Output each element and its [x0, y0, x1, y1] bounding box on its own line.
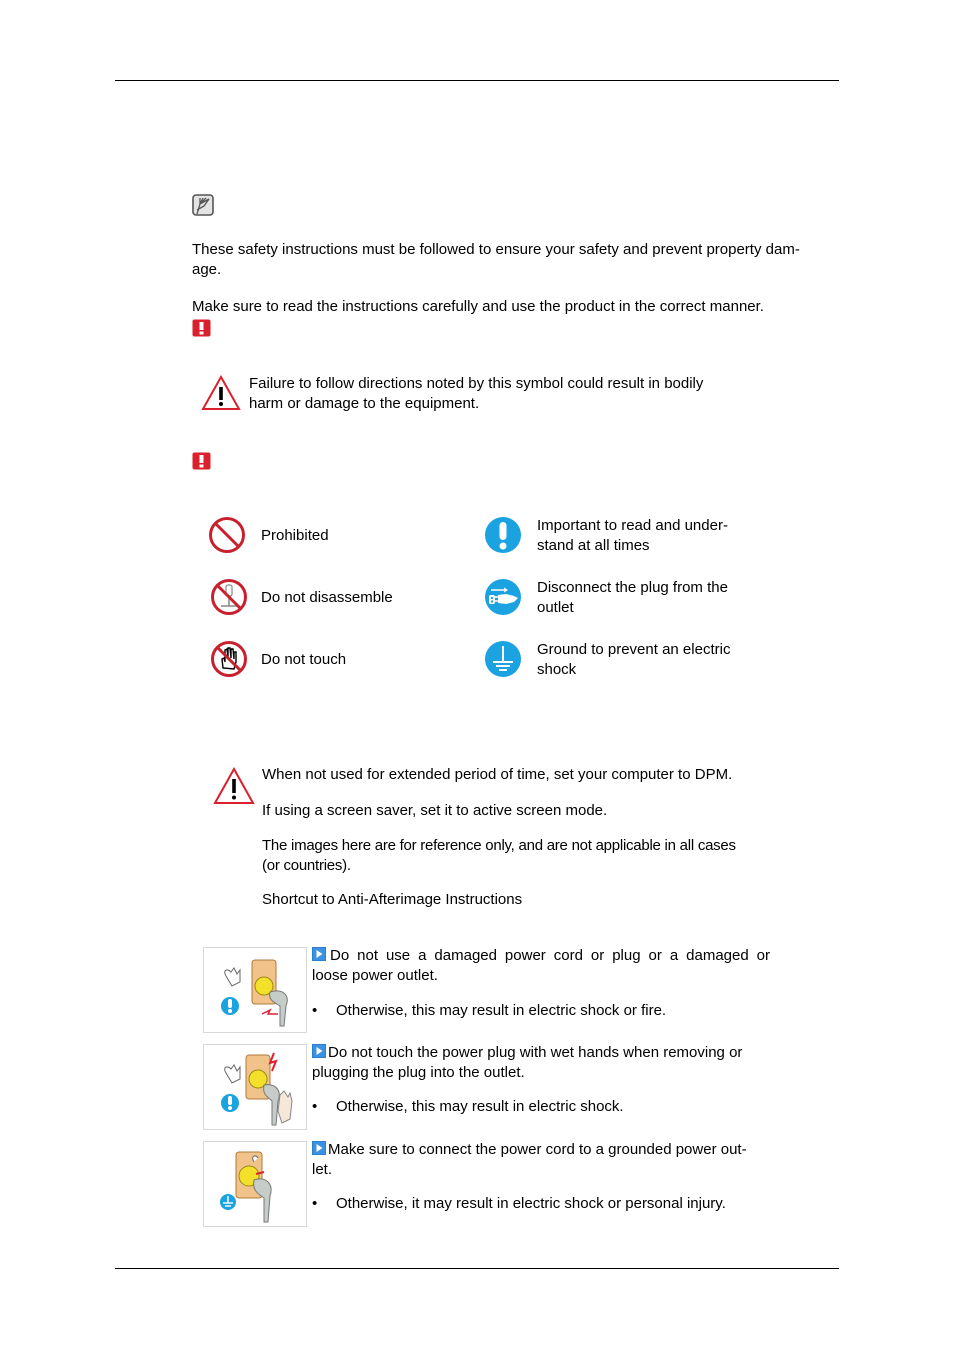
caution-line: Failure to follow directions noted by th…	[249, 375, 704, 392]
damaged-cord-illustration	[203, 947, 307, 1033]
label-line: Disconnect the plug from the	[537, 579, 728, 596]
anti-afterimage-link[interactable]: Shortcut to Anti-Afterimage Instructions	[262, 890, 522, 910]
item-bullet-grounded-outlet: • Otherwise, it may result in electric sh…	[312, 1194, 726, 1214]
label-line: Ground to prevent an electric	[537, 641, 731, 658]
play-bullet-icon	[312, 947, 326, 961]
caution-text: Failure to follow directions noted by th…	[249, 374, 703, 413]
ground-icon	[485, 641, 521, 677]
header-rule	[115, 80, 839, 81]
heading-line: Make sure to connect the power cord to a…	[328, 1141, 747, 1158]
do-not-touch-icon	[211, 641, 247, 677]
symbol-label-do-not-touch: Do not touch	[261, 651, 347, 668]
item-bullet-damaged-cord: • Otherwise, this may result in electric …	[312, 1001, 666, 1021]
intro-paragraph-1: These safety instructions must be follow…	[192, 240, 842, 279]
item-heading-damaged-cord: Do not use a damaged power cord or plug …	[312, 946, 770, 985]
warning-triangle-icon	[213, 767, 255, 804]
item-heading-wet-hands: Do not touch the power plug with wet han…	[312, 1043, 770, 1082]
intro-paragraph-2: Make sure to read the instructions caref…	[192, 298, 764, 315]
symbol-label-important: Important to read and under- stand at al…	[537, 516, 728, 555]
item-bullet-wet-hands: • Otherwise, this may result in electric …	[312, 1097, 624, 1117]
prohibited-icon	[209, 517, 245, 553]
caution-line: harm or damage to the equipment.	[249, 394, 480, 412]
bullet-marker: •	[312, 1195, 318, 1212]
notice-line-dpm: When not used for extended period of tim…	[262, 766, 733, 783]
heading-line: Do not touch the power plug with wet han…	[328, 1044, 743, 1061]
notice-line: (or countries).	[262, 856, 351, 874]
caution-marker-icon	[192, 452, 211, 470]
heading-line: plugging the plug into the outlet.	[312, 1063, 525, 1081]
play-bullet-icon	[312, 1044, 326, 1058]
heading-line: Do not use a damaged power cord or plug …	[330, 947, 770, 964]
label-line: outlet	[537, 598, 574, 616]
bullet-marker: •	[312, 1002, 318, 1019]
grounded-outlet-illustration	[203, 1141, 307, 1227]
bullet-marker: •	[312, 1098, 318, 1115]
wet-hands-illustration	[203, 1044, 307, 1130]
symbol-label-ground: Ground to prevent an electric shock	[537, 640, 730, 679]
intro-line: age.	[192, 260, 222, 278]
caution-marker-icon	[192, 319, 211, 337]
notice-line: The images here are for reference only, …	[262, 837, 736, 854]
item-heading-grounded-outlet: Make sure to connect the power cord to a…	[312, 1140, 770, 1179]
play-bullet-icon	[312, 1141, 326, 1155]
heading-line: let.	[312, 1160, 333, 1178]
bullet-text: Otherwise, it may result in electric sho…	[336, 1195, 726, 1212]
note-icon	[192, 194, 214, 216]
footer-rule	[115, 1268, 839, 1269]
intro-line: These safety instructions must be follow…	[192, 241, 800, 258]
disconnect-plug-icon	[485, 579, 521, 615]
symbol-label-disconnect: Disconnect the plug from the outlet	[537, 578, 728, 617]
bullet-text: Otherwise, this may result in electric s…	[336, 1002, 667, 1019]
symbol-label-do-not-disassemble: Do not disassemble	[261, 589, 393, 606]
notice-line-screensaver: If using a screen saver, set it to activ…	[262, 802, 608, 819]
warning-triangle-icon	[201, 375, 241, 410]
heading-line: loose power outlet.	[312, 966, 438, 984]
important-icon	[485, 517, 521, 553]
notice-line-reference: The images here are for reference only, …	[262, 836, 736, 875]
do-not-disassemble-icon	[211, 579, 247, 615]
label-line: stand at all times	[537, 536, 650, 554]
bullet-text: Otherwise, this may result in electric s…	[336, 1098, 624, 1115]
symbol-label-prohibited: Prohibited	[261, 527, 329, 544]
label-line: Important to read and under-	[537, 517, 728, 534]
label-line: shock	[537, 660, 577, 678]
